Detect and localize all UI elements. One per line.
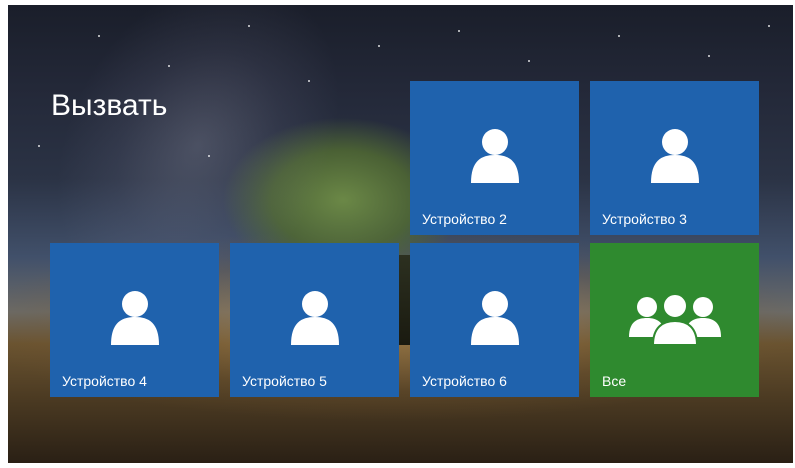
tile-label: Устройство 4 (62, 373, 147, 389)
person-icon (410, 127, 579, 187)
person-icon (50, 289, 219, 349)
page-title: Вызвать (51, 89, 168, 122)
tile-label: Все (602, 373, 627, 389)
star (248, 25, 250, 27)
star (768, 25, 770, 27)
tile-label: Устройство 5 (242, 373, 327, 389)
tile-device-3[interactable]: Устройство 3 (590, 81, 759, 235)
group-icon (590, 293, 759, 353)
star (168, 65, 170, 67)
person-icon (410, 289, 579, 349)
star (528, 60, 530, 62)
star (308, 80, 310, 82)
star (708, 55, 710, 57)
star (38, 145, 40, 147)
tile-label: Устройство 3 (602, 211, 687, 227)
tile-device-4[interactable]: Устройство 4 (50, 243, 219, 397)
tile-device-2[interactable]: Устройство 2 (410, 81, 579, 235)
star (458, 30, 460, 32)
tile-device-5[interactable]: Устройство 5 (230, 243, 399, 397)
tile-all[interactable]: Все (590, 243, 759, 397)
tile-label: Устройство 2 (422, 211, 507, 227)
call-screen: Вызвать Устройство 2 Устройство 3 Устрой… (8, 5, 793, 463)
person-icon (230, 289, 399, 349)
star (98, 35, 100, 37)
star (378, 45, 380, 47)
star (618, 35, 620, 37)
tile-device-6[interactable]: Устройство 6 (410, 243, 579, 397)
star (208, 155, 210, 157)
tile-label: Устройство 6 (422, 373, 507, 389)
person-icon (590, 127, 759, 187)
